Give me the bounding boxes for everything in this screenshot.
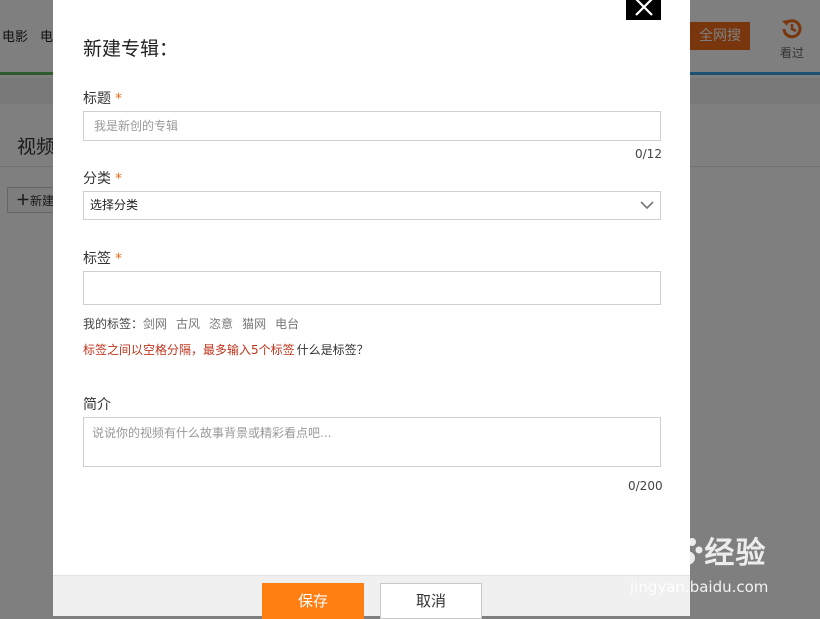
what-is-tag-link[interactable]: 什么是标签？ [297, 343, 369, 357]
my-tags-label: 我的标签： [83, 317, 144, 331]
new-album-dialog: 新建专辑： 标题* 0/12 分类* 选择分类 标签* 我的标签：剑网古风恣意猫… [53, 0, 690, 619]
close-button[interactable] [626, 0, 661, 20]
my-tag[interactable]: 剑网 [143, 317, 167, 331]
required-mark: * [115, 91, 122, 107]
intro-counter: 0/200 [628, 479, 663, 493]
title-counter: 0/12 [635, 147, 662, 161]
chevron-down-icon [640, 201, 654, 210]
title-input[interactable] [83, 111, 661, 141]
required-mark: * [115, 251, 122, 267]
baidu-jingyan-watermark: Bai 经验 [616, 528, 766, 572]
cancel-button[interactable]: 取消 [380, 583, 482, 619]
my-tag[interactable]: 恣意 [209, 317, 233, 331]
my-tag[interactable]: 电台 [275, 317, 299, 331]
paw-icon [672, 538, 703, 565]
title-label-text: 标题 [83, 91, 111, 107]
watermark-brand-cn: 经验 [704, 536, 767, 571]
my-tag[interactable]: 猫网 [242, 317, 266, 331]
dialog-title: 新建专辑： [83, 38, 179, 60]
save-button[interactable]: 保存 [262, 583, 364, 619]
tags-label: 标签 * [83, 248, 122, 268]
tags-label-text: 标签 [83, 251, 111, 267]
tags-hint: 标签之间以空格分隔，最多输入5个标签 什么是标签？ [83, 341, 369, 358]
intro-label: 简介 [83, 397, 111, 413]
category-label: 分类 * [83, 168, 122, 188]
my-tag[interactable]: 古风 [176, 317, 200, 331]
watermark-brand: Bai [616, 536, 673, 571]
category-select[interactable]: 选择分类 [83, 191, 661, 220]
dialog-footer: 保存 取消 [53, 575, 690, 619]
close-icon [634, 0, 653, 16]
watermark-url: jingyan.baidu.com [630, 578, 769, 596]
category-selected-value: 选择分类 [90, 198, 139, 212]
tags-input[interactable] [83, 271, 661, 305]
my-tags: 我的标签：剑网 古风 恣意 猫网 电台 [83, 315, 308, 332]
tags-hint-text: 标签之间以空格分隔，最多输入5个标签 [83, 343, 295, 357]
category-label-text: 分类 [83, 171, 111, 187]
title-label: 标题 * [83, 88, 122, 108]
intro-textarea[interactable] [83, 417, 661, 467]
required-mark: * [115, 171, 122, 187]
